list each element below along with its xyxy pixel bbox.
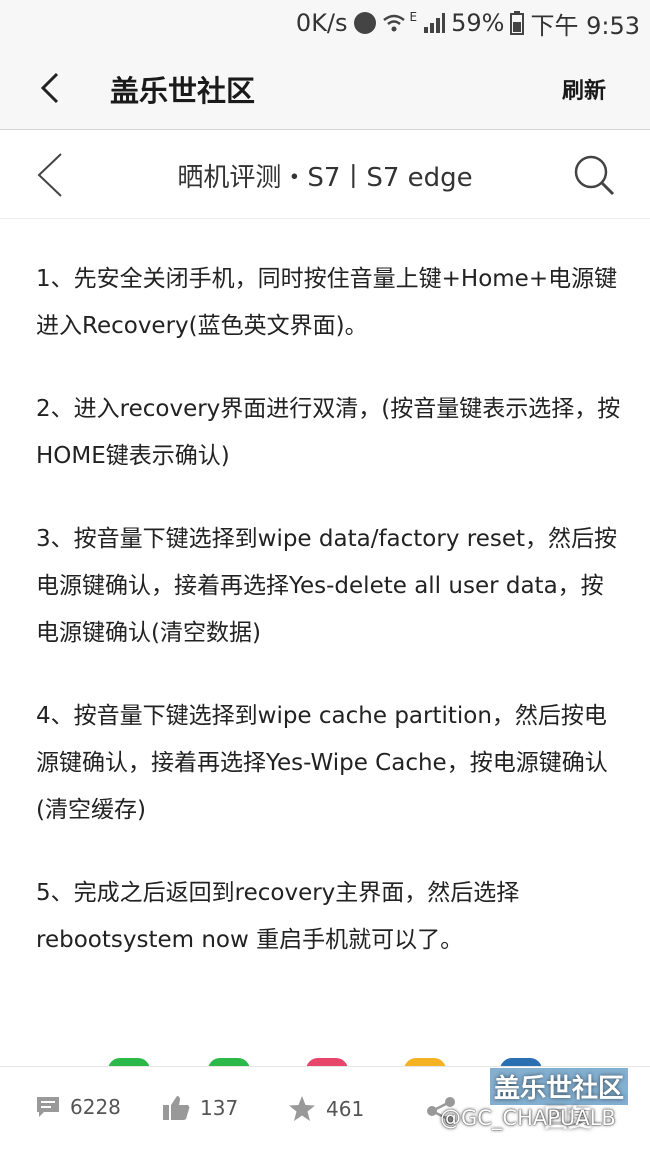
search-button[interactable] (572, 153, 616, 197)
net-speed: 0K/s (295, 9, 348, 37)
clock: 下午 9:53 (530, 11, 640, 40)
chevron-left-icon (40, 72, 59, 104)
comments-button[interactable]: 6228 (36, 1095, 121, 1119)
comments-count: 6228 (70, 1095, 121, 1119)
signal-icon (423, 12, 446, 34)
refresh-button[interactable]: 刷新 (562, 73, 606, 105)
search-icon (574, 155, 615, 196)
status-bar: 0K/s E 59% 下午 9:53 (0, 0, 650, 46)
article-paragraph: 5、完成之后返回到recovery主界面，然后选择rebootsystem no… (36, 880, 520, 953)
app-title: 盖乐世社区 (110, 74, 256, 108)
likes-count: 137 (200, 1096, 239, 1120)
wifi-icon (382, 12, 405, 34)
alarm-icon (353, 12, 376, 34)
watermark-handle: @GC_CHAPUALB (440, 1106, 616, 1130)
like-button[interactable]: 137 (162, 1095, 238, 1121)
favorites-count: 461 (326, 1096, 365, 1121)
battery-icon (510, 11, 525, 35)
page-header: 晒机评测・S7丨S7 edge (0, 131, 650, 219)
thumbs-up-icon (163, 1096, 190, 1120)
article-paragraph: 1、先安全关闭手机，同时按住音量上键+Home+电源键进入Recovery(蓝色… (36, 266, 618, 339)
app-back-button[interactable] (28, 66, 72, 110)
article-paragraph: 4、按音量下键选择到wipe cache partition，然后按电源键确认，… (36, 703, 608, 823)
network-type: E (409, 10, 418, 24)
article-paragraph: 3、按音量下键选择到wipe data/factory reset，然后按电源键… (36, 526, 618, 646)
comment-icon (37, 1097, 59, 1117)
watermark: 盖乐世社区 回复 @GC_CHAPUALB (440, 1068, 650, 1156)
battery-percent: 59% (451, 9, 505, 37)
article-paragraph: 2、进入recovery界面进行双清，(按音量键表示选择，按HOME键表示确认) (36, 396, 621, 469)
favorite-button[interactable]: 461 (288, 1095, 364, 1122)
app-header: 盖乐世社区 刷新 (0, 46, 650, 130)
article-content: 1、先安全关闭手机，同时按住音量上键+Home+电源键进入Recovery(蓝色… (36, 256, 626, 1000)
star-icon (289, 1096, 315, 1121)
page-title: 晒机评测・S7丨S7 edge (177, 163, 473, 193)
